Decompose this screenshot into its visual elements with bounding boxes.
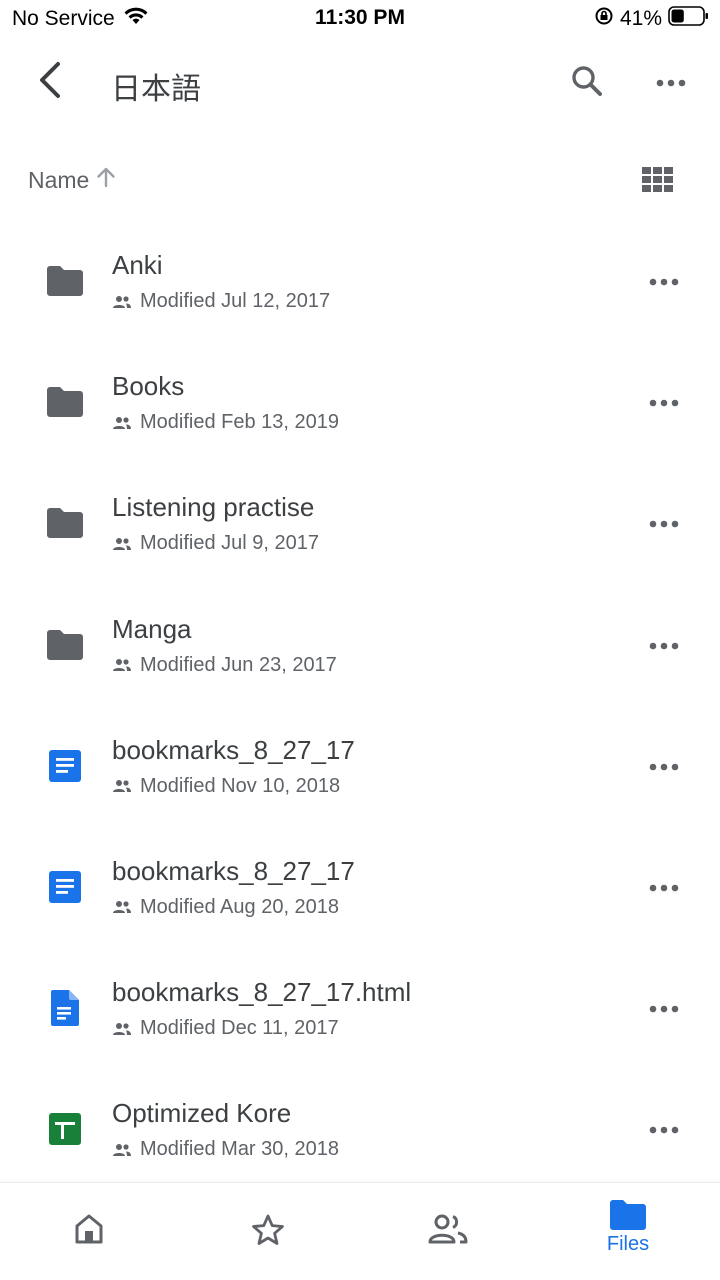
item-more-button[interactable] xyxy=(640,866,688,910)
file-meta: Modified Jul 9, 2017 xyxy=(112,532,319,555)
item-more-button[interactable] xyxy=(640,1108,688,1152)
battery-fill xyxy=(671,9,684,23)
item-more-button[interactable] xyxy=(640,381,688,425)
list-item[interactable]: Anki Modified Jul 12, 2017 xyxy=(0,220,720,341)
list-item[interactable]: bookmarks_8_27_17 Modified Nov 10, 2018 xyxy=(0,705,720,826)
item-more-button[interactable] xyxy=(640,502,688,546)
search-icon xyxy=(570,64,604,103)
sort-label: Name xyxy=(28,166,90,193)
modified-date: Modified Nov 10, 2018 xyxy=(140,774,341,797)
document-file-icon xyxy=(44,987,86,1029)
list-item[interactable]: Optimized Kore Modified Mar 30, 2018 xyxy=(0,1068,720,1189)
google-sheets-icon xyxy=(44,1108,86,1150)
status-left: No Service xyxy=(12,6,149,32)
back-button[interactable] xyxy=(28,60,72,104)
page-title: 日本語 xyxy=(111,72,201,107)
battery-icon xyxy=(668,6,710,32)
star-icon xyxy=(251,1213,285,1247)
modified-date: Modified Feb 13, 2019 xyxy=(140,411,340,434)
chevron-left-icon xyxy=(37,61,63,104)
file-name: bookmarks_8_27_17.html xyxy=(112,977,412,1008)
carrier-label: No Service xyxy=(12,7,115,30)
modified-date: Modified Mar 30, 2018 xyxy=(140,1138,340,1161)
folder-icon xyxy=(44,381,86,423)
file-name: bookmarks_8_27_17 xyxy=(112,734,355,765)
grid-view-toggle[interactable] xyxy=(638,162,678,202)
more-horizontal-icon xyxy=(649,394,679,412)
google-docs-icon xyxy=(44,866,86,908)
grid-view-icon xyxy=(642,166,674,198)
file-name: Books xyxy=(112,371,185,402)
nav-files[interactable]: Files xyxy=(568,1183,688,1280)
top-app-bar: 日本語 xyxy=(0,50,720,116)
file-meta: Modified Aug 20, 2018 xyxy=(112,896,339,919)
file-name: Optimized Kore xyxy=(112,1098,292,1129)
shared-icon xyxy=(112,295,132,309)
battery-percent: 41% xyxy=(619,7,662,30)
status-right: 41% xyxy=(594,6,710,32)
more-horizontal-icon xyxy=(649,879,679,897)
file-name: bookmarks_8_27_17 xyxy=(112,855,355,886)
more-horizontal-icon xyxy=(649,758,679,776)
status-bar: No Service 11:30 PM 41% xyxy=(0,0,720,38)
orientation-lock-icon xyxy=(594,6,614,32)
list-item[interactable]: bookmarks_8_27_17 Modified Aug 20, 2018 xyxy=(0,826,720,947)
file-meta: Modified Jun 23, 2017 xyxy=(112,654,337,677)
file-meta: Modified Mar 30, 2018 xyxy=(112,1138,339,1161)
more-horizontal-icon xyxy=(649,515,679,533)
shared-icon xyxy=(112,658,132,672)
shared-icon xyxy=(112,900,132,914)
nav-home[interactable] xyxy=(29,1183,149,1280)
file-meta: Modified Feb 13, 2019 xyxy=(112,411,339,434)
shared-icon xyxy=(112,779,132,793)
sort-bar: Name xyxy=(0,158,720,202)
shared-icon xyxy=(112,416,132,430)
file-name: Manga xyxy=(112,613,192,644)
folder-icon xyxy=(609,1199,647,1231)
item-more-button[interactable] xyxy=(640,260,688,304)
file-meta: Modified Nov 10, 2018 xyxy=(112,775,340,798)
arrow-up-icon xyxy=(89,166,117,194)
modified-date: Modified Jul 12, 2017 xyxy=(140,290,331,312)
shared-icon xyxy=(112,537,132,551)
item-more-button[interactable] xyxy=(640,624,688,668)
shared-icon xyxy=(112,1022,132,1036)
folder-icon xyxy=(44,624,86,666)
item-more-button[interactable] xyxy=(640,987,688,1031)
more-horizontal-icon xyxy=(649,273,679,291)
modified-date: Modified Jun 23, 2017 xyxy=(140,653,337,676)
more-options-button[interactable] xyxy=(648,60,694,106)
google-docs-icon xyxy=(44,745,86,787)
file-meta: Modified Jul 12, 2017 xyxy=(112,290,330,313)
folder-icon xyxy=(44,260,86,302)
list-item[interactable]: Listening practise Modified Jul 9, 2017 xyxy=(0,462,720,583)
file-name: Anki xyxy=(112,250,163,280)
file-meta: Modified Dec 11, 2017 xyxy=(112,1017,339,1040)
more-horizontal-icon xyxy=(656,74,686,92)
shared-icon xyxy=(112,1143,132,1157)
more-horizontal-icon xyxy=(649,637,679,655)
file-name: Listening practise xyxy=(112,492,315,523)
list-item[interactable]: bookmarks_8_27_17.html Modified Dec 11, … xyxy=(0,947,720,1068)
item-more-button[interactable] xyxy=(640,745,688,789)
sort-by-name-button[interactable]: Name xyxy=(28,166,117,194)
modified-date: Modified Jul 9, 2017 xyxy=(140,532,320,555)
home-icon xyxy=(73,1213,105,1245)
nav-starred[interactable] xyxy=(208,1183,328,1280)
more-horizontal-icon xyxy=(649,1000,679,1018)
shared-people-icon xyxy=(427,1213,469,1245)
bottom-navigation: Files xyxy=(0,1182,720,1280)
modified-date: Modified Dec 11, 2017 xyxy=(140,1017,339,1040)
file-list: Anki Modified Jul 12, 2017 Books Modifie… xyxy=(0,220,720,1190)
wifi-icon xyxy=(115,6,149,32)
nav-shared[interactable] xyxy=(388,1183,508,1280)
nav-files-label: Files xyxy=(606,1233,650,1255)
search-button[interactable] xyxy=(562,60,612,106)
modified-date: Modified Aug 20, 2018 xyxy=(140,895,340,918)
more-horizontal-icon xyxy=(649,1121,679,1139)
folder-icon xyxy=(44,502,86,544)
list-item[interactable]: Manga Modified Jun 23, 2017 xyxy=(0,584,720,705)
list-item[interactable]: Books Modified Feb 13, 2019 xyxy=(0,341,720,462)
